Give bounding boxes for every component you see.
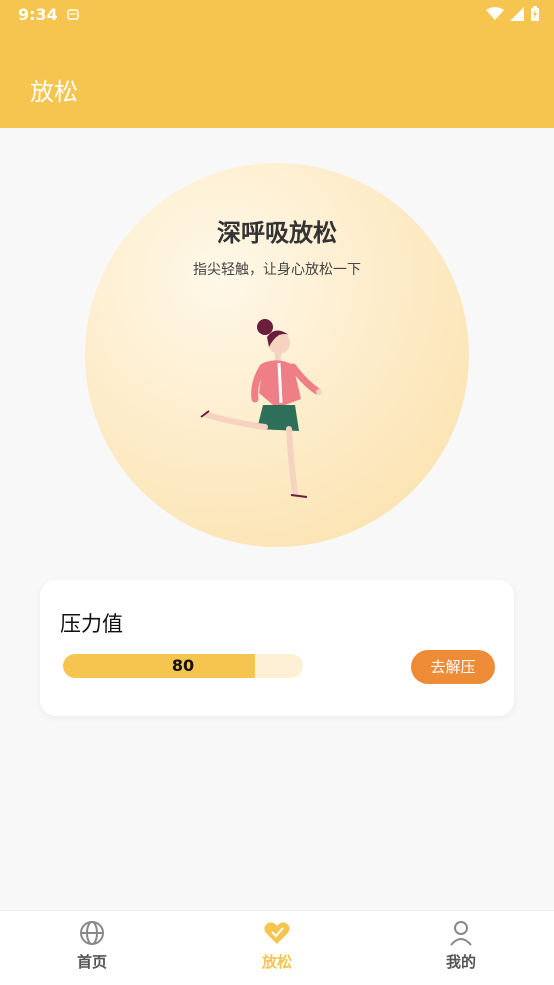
signal-icon xyxy=(510,7,524,21)
stress-value: 80 xyxy=(171,656,195,675)
wifi-icon xyxy=(486,7,504,20)
globe-icon xyxy=(80,921,104,945)
status-bar: 9:34 xyxy=(0,0,554,30)
relaxing-girl-illustration xyxy=(200,319,322,498)
page-title: 放松 xyxy=(30,78,78,106)
hero-title: 深呼吸放松 xyxy=(217,219,337,247)
hero-subtitle: 指尖轻触，让身心放松一下 xyxy=(193,262,361,278)
app-bar: 放松 xyxy=(0,30,554,128)
status-icons xyxy=(486,6,540,22)
main-content: 深呼吸放松 指尖轻触，让身心放松一下 压力值 80 去解压 xyxy=(0,128,554,910)
stress-progress-bar: 80 xyxy=(63,654,303,678)
stress-title: 压力值 xyxy=(60,612,123,636)
nav-label-home: 首页 xyxy=(76,953,107,971)
nav-label-relax: 放松 xyxy=(261,953,292,971)
person-icon xyxy=(450,921,472,946)
stress-card: 压力值 80 去解压 xyxy=(40,580,514,716)
bottom-nav: 首页 放松 我的 xyxy=(0,910,554,985)
heart-icon xyxy=(264,922,290,944)
nav-item-relax[interactable]: 放松 xyxy=(227,919,327,972)
battery-icon xyxy=(531,6,539,21)
breathing-circle[interactable]: 深呼吸放松 指尖轻触，让身心放松一下 xyxy=(85,163,469,547)
nav-label-profile: 我的 xyxy=(445,953,476,971)
relieve-stress-button[interactable]: 去解压 xyxy=(411,650,495,684)
status-time: 9:34 xyxy=(18,5,58,24)
nav-item-profile[interactable]: 我的 xyxy=(411,919,511,972)
nav-item-home[interactable]: 首页 xyxy=(42,919,142,972)
notification-icon xyxy=(67,9,79,20)
